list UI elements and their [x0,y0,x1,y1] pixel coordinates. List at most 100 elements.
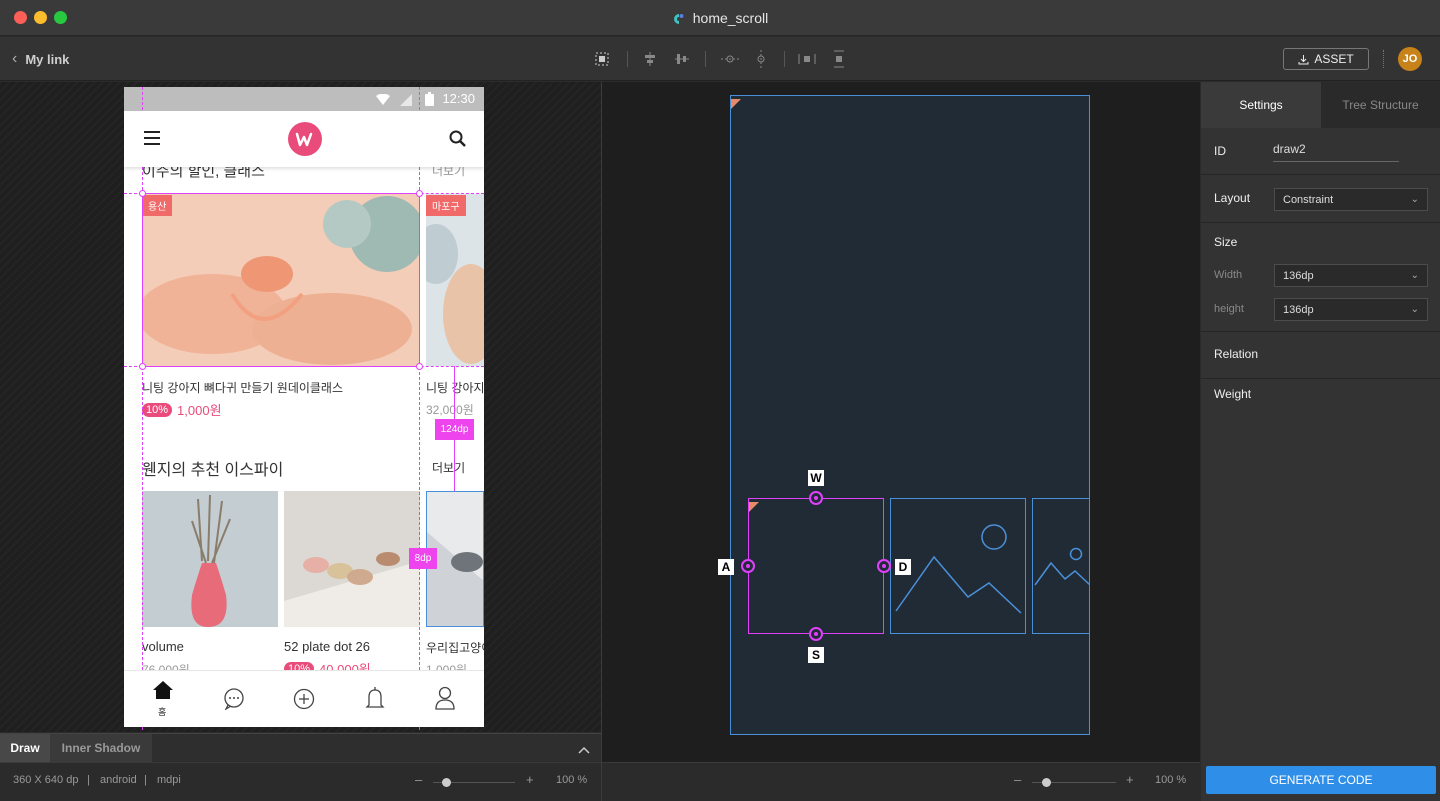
window-title-wrap: home_scroll [0,0,1440,36]
constraint-handle-top[interactable] [809,491,823,505]
relation-label[interactable]: Relation [1214,347,1258,361]
toolbar: ‹ My link ASSET JO [0,37,1440,81]
status-resolution: 360 X 640 dp [13,774,79,786]
brand-logo-icon [288,122,322,161]
nav-add-icon[interactable] [293,688,315,715]
item2-image[interactable] [284,491,420,627]
height-select[interactable]: 136dp ⌄ [1274,298,1428,321]
battery-icon [425,92,434,111]
card2-image[interactable] [426,194,484,366]
nav-home-icon[interactable] [152,680,174,705]
constraint-canvas-frame [730,95,1090,735]
id-input[interactable]: draw2 [1273,142,1399,162]
nav-chat-icon[interactable] [223,688,245,715]
title-bar: home_scroll [0,0,1440,36]
left-zoom-value: 100 % [556,774,588,786]
horizontal-constraint-icon[interactable] [720,49,740,69]
corner-marker-icon [749,499,759,517]
card2-tag: 마포구 [426,195,466,216]
zoom-in-icon[interactable]: + [526,772,534,787]
vertical-constraint-icon[interactable] [751,49,771,69]
height-select-value: 136dp [1283,303,1314,316]
layout-select-value: Constraint [1283,193,1334,206]
layout-select[interactable]: Constraint ⌄ [1274,188,1428,211]
width-label: Width [1214,269,1243,281]
nav-bell-icon[interactable] [365,687,385,716]
chevron-down-icon: ⌄ [1410,194,1419,205]
chevron-up-icon[interactable] [578,742,590,760]
chevron-down-icon: ⌄ [1410,304,1419,315]
width-select-value: 136dp [1283,269,1314,282]
selected-image-outline[interactable] [142,193,420,367]
card1-price: 1,000원 [177,403,222,418]
tab-draw[interactable]: Draw [0,734,50,762]
resize-handle-tr[interactable] [416,190,423,197]
constraint-label-top: W [808,470,824,486]
constraint-handle-left[interactable] [741,559,755,573]
align-middle-icon[interactable] [672,49,692,69]
mid-zoom-value: 100 % [1155,774,1187,786]
nav-home-label: 홈 [158,707,167,717]
horizontal-spacing-label: 8dp [409,548,437,569]
image-placeholder-3[interactable] [1032,498,1090,634]
tab-tree-structure[interactable]: Tree Structure [1321,82,1440,128]
app-logo-icon [672,12,684,24]
id-label: ID [1214,144,1226,158]
tab-settings[interactable]: Settings [1201,82,1321,128]
bottom-nav: 홈 [124,670,484,727]
back-link[interactable]: ‹ My link [12,37,69,81]
constraint-label-right: D [895,559,911,575]
distribute-horizontal-icon[interactable] [797,49,817,69]
weight-label[interactable]: Weight [1214,387,1251,401]
constraint-handle-bottom[interactable] [809,627,823,641]
card2-price: 32,000원 [426,403,474,417]
zoom-in-icon[interactable]: + [1126,772,1134,787]
properties-panel: Settings Tree Structure ID draw2 Layout … [1201,82,1440,801]
resize-handle-br[interactable] [416,363,423,370]
selected-view-box[interactable] [748,498,884,634]
zoom-slider-thumb[interactable] [1042,778,1051,787]
vertical-spacing-label: 124dp [435,419,474,440]
section2-title: 웬지의 추천 이스파이 [142,462,284,479]
constraint-handle-right[interactable] [877,559,891,573]
card2-name: 니팅 강아지 [426,381,484,395]
resize-handle-bl[interactable] [139,363,146,370]
select-frame-icon[interactable] [592,49,612,69]
chevron-down-icon: ⌄ [1410,270,1419,281]
left-bottom-tabs: Draw Inner Shadow [0,733,601,762]
section2-more-link[interactable]: 더보기 [432,459,465,476]
user-avatar[interactable]: JO [1398,47,1422,71]
width-select[interactable]: 136dp ⌄ [1274,264,1428,287]
card1-discount: 10% [142,402,173,417]
image-placeholder-icon [1033,547,1090,633]
signal-icon [400,93,412,111]
window-title: home_scroll [692,10,769,26]
asset-button-label: ASSET [1314,52,1354,66]
distribute-vertical-icon[interactable] [829,49,849,69]
resize-handle-tl[interactable] [139,190,146,197]
zoom-out-icon[interactable]: – [415,772,422,787]
constraint-label-bottom: S [808,647,824,663]
hamburger-menu-icon[interactable] [144,131,160,150]
status-time: 12:30 [442,91,475,106]
layout-label: Layout [1214,191,1251,205]
left-status-bar: 360 X 640 dp | android | mdpi – + 100 % [0,762,601,801]
align-top-icon[interactable] [640,49,660,69]
height-label: height [1214,303,1244,315]
nav-profile-icon[interactable] [435,686,455,715]
status-density: mdpi [157,774,181,786]
tab-inner-shadow[interactable]: Inner Shadow [50,734,152,762]
wifi-icon [376,93,390,111]
status-sep: | [87,774,90,786]
generate-code-button[interactable]: GENERATE CODE [1206,766,1436,794]
download-icon [1298,54,1309,65]
zoom-slider-thumb[interactable] [442,778,451,787]
zoom-out-icon[interactable]: – [1014,772,1021,787]
search-icon[interactable] [449,130,467,153]
app-bar [124,111,484,167]
phone-preview: 12:30 이주의 할인, 클래스 더보기 용산 마포구 니팅 강아지 뼈다귀 … [124,87,484,727]
card1-price-row: 10% 1,000원 [142,400,222,419]
item1-image[interactable] [142,491,278,627]
chevron-left-icon: ‹ [12,50,18,67]
asset-button[interactable]: ASSET [1283,48,1369,70]
